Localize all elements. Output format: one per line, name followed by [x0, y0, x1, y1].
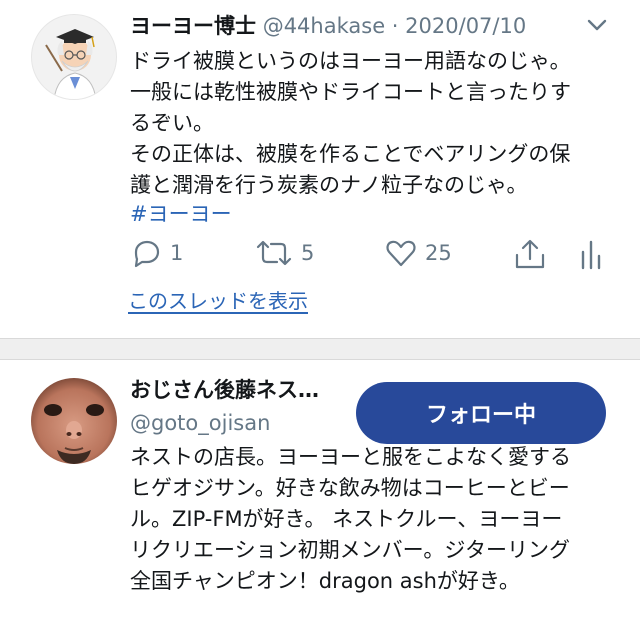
analytics-icon — [581, 240, 601, 270]
retweet-button[interactable]: 5 — [255, 238, 314, 268]
profile-handle[interactable]: @goto_ojisan — [130, 408, 270, 438]
hashtag-link[interactable]: #ヨーヨー — [130, 199, 232, 230]
tweet-text-line: るぞい。 — [130, 111, 214, 135]
section-divider — [0, 338, 640, 360]
tweet-card: ヨーヨー博士 @44hakase · 2020/07/10 ドライ被膜というのは… — [0, 0, 640, 338]
tweet-date[interactable]: 2020/07/10 — [405, 14, 526, 38]
chevron-down-icon[interactable] — [583, 14, 611, 36]
tweet-text: ドライ被膜というのはヨーヨー用語なのじゃ。 一般には乾性被膜やドライコートと言っ… — [130, 46, 625, 201]
retweet-icon — [256, 240, 292, 266]
profile-display-name[interactable]: おじさん後藤ネス… — [130, 375, 319, 405]
share-button[interactable] — [513, 238, 547, 270]
profile-bio: ネストの店長。ヨーヨーと服をこよなく愛する ヒゲオジサン。好きな飲み物はコーヒー… — [130, 442, 610, 597]
bio-line: ネストの店長。ヨーヨーと服をこよなく愛する — [130, 445, 571, 469]
following-button[interactable]: フォロー中 — [356, 382, 606, 444]
tweet-text-line: その正体は、被膜を作ることでベアリングの保 — [130, 142, 571, 166]
display-name[interactable]: ヨーヨー博士 — [130, 14, 256, 38]
bio-line: リクリエーション初期メンバー。ジターリング — [130, 538, 570, 562]
user-handle[interactable]: @44hakase — [263, 14, 385, 38]
reply-icon — [134, 240, 160, 268]
tweet-text-line: 一般には乾性被膜やドライコートと言ったりす — [130, 80, 571, 104]
reply-count: 1 — [170, 241, 184, 265]
analytics-button[interactable] — [578, 238, 604, 270]
profile-card: おじさん後藤ネス… @goto_ojisan フォロー中 ネストの店長。ヨーヨー… — [0, 360, 640, 617]
reply-button[interactable]: 1 — [130, 238, 183, 268]
avatar[interactable] — [31, 378, 117, 464]
share-icon — [515, 239, 545, 269]
like-count: 25 — [425, 241, 452, 265]
bio-line: 全国チャンピオン！dragon ashが好き。 — [130, 569, 520, 593]
heart-icon — [386, 240, 416, 267]
retweet-count: 5 — [301, 241, 315, 265]
bio-line: ル。ZIP-FMが好き。 ネストクルー、ヨーヨー — [130, 507, 563, 531]
avatar[interactable] — [31, 14, 117, 100]
user-photo-icon — [31, 378, 117, 464]
bio-line: ヒゲオジサン。好きな飲み物はコーヒーとビー — [130, 476, 570, 500]
tweet-header: ヨーヨー博士 @44hakase · 2020/07/10 — [130, 12, 526, 40]
separator-dot: · — [391, 14, 399, 38]
tweet-actions: 1 5 25 — [0, 238, 640, 282]
professor-avatar-icon — [45, 29, 97, 99]
show-thread-link[interactable]: このスレッドを表示 — [128, 285, 308, 314]
tweet-text-line: ドライ被膜というのはヨーヨー用語なのじゃ。 — [130, 49, 571, 73]
like-button[interactable]: 25 — [385, 238, 452, 268]
tweet-text-line: 護と潤滑を行う炭素のナノ粒子なのじゃ。 — [130, 173, 528, 197]
